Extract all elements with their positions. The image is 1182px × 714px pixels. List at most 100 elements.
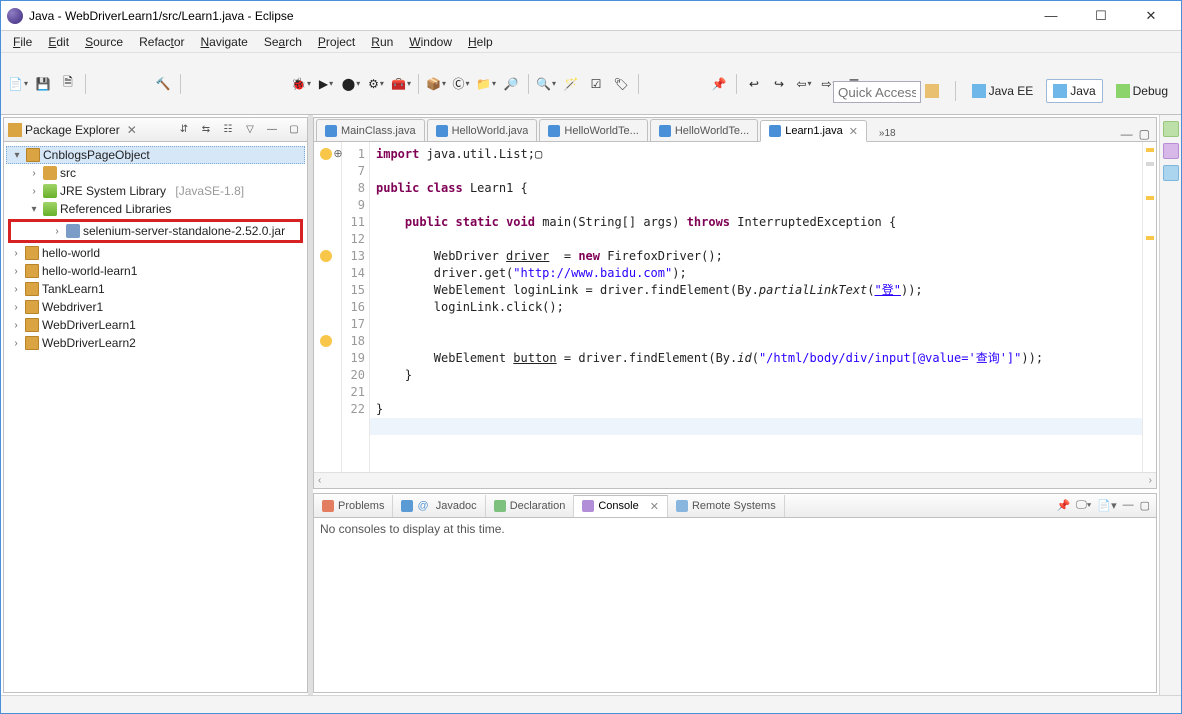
- src-node[interactable]: ›src: [6, 164, 305, 182]
- new-class-icon[interactable]: Ⓒ▾: [450, 73, 472, 95]
- perspective-java[interactable]: Java: [1046, 79, 1102, 103]
- warning-marker-icon[interactable]: [320, 250, 332, 262]
- perspective-javaee[interactable]: Java EE: [965, 79, 1041, 103]
- marker-ruler[interactable]: ⊕: [314, 142, 342, 472]
- menu-help[interactable]: Help: [462, 33, 499, 51]
- back-icon[interactable]: ↩: [743, 73, 765, 95]
- menu-refactor[interactable]: Refactor: [133, 33, 190, 51]
- collapse-all-icon[interactable]: ⇵: [175, 121, 193, 139]
- new-button[interactable]: 📄▾: [7, 73, 29, 95]
- overview-ruler[interactable]: [1142, 142, 1156, 472]
- perspective-debug[interactable]: Debug: [1109, 79, 1175, 103]
- warning-marker-icon[interactable]: [320, 335, 332, 347]
- editor-maximize-icon[interactable]: ▢: [1139, 127, 1150, 141]
- package-explorer-icon: [8, 123, 22, 137]
- minimize-view-icon[interactable]: —: [263, 121, 281, 139]
- maximize-view-icon[interactable]: ▢: [285, 121, 303, 139]
- tasklist-view-icon[interactable]: [1163, 143, 1179, 159]
- editor-tab-learn1[interactable]: Learn1.java✕: [760, 120, 867, 142]
- ext-tools-icon[interactable]: 🧰▾: [390, 73, 412, 95]
- run-icon[interactable]: ▶▾: [315, 73, 337, 95]
- build-button[interactable]: 🔨: [152, 73, 174, 95]
- view-menu-icon[interactable]: ▽: [241, 121, 259, 139]
- menu-project[interactable]: Project: [312, 33, 361, 51]
- menu-run[interactable]: Run: [365, 33, 399, 51]
- menu-edit[interactable]: Edit: [42, 33, 75, 51]
- editor-minimize-icon[interactable]: —: [1121, 127, 1133, 141]
- pin-console-icon[interactable]: 📌: [1056, 499, 1070, 512]
- editor-tab-mainclass[interactable]: MainClass.java: [316, 119, 425, 141]
- declaration-icon: [494, 500, 506, 512]
- tab-close-icon[interactable]: ✕: [849, 125, 858, 138]
- menu-window[interactable]: Window: [403, 33, 458, 51]
- ann-icon[interactable]: 🏷: [610, 73, 632, 95]
- view-close-icon[interactable]: ✕: [123, 123, 141, 137]
- line-numbers: 1789111213141516171819202122: [342, 142, 370, 472]
- project-node-cnblogspageobject[interactable]: ▾CnblogsPageObject: [6, 146, 305, 164]
- minimize-button[interactable]: —: [1031, 5, 1071, 27]
- menu-file[interactable]: File: [7, 33, 38, 51]
- main-area: Package Explorer✕ ⇵ ⇆ ☷ ▽ — ▢ ▾CnblogsPa…: [1, 115, 1181, 695]
- tab-remote-systems[interactable]: Remote Systems: [668, 495, 785, 517]
- fwd-icon[interactable]: ↪: [768, 73, 790, 95]
- filters-icon[interactable]: ☷: [219, 121, 237, 139]
- coverage-icon[interactable]: ⬤▾: [340, 73, 362, 95]
- menu-search[interactable]: Search: [258, 33, 308, 51]
- editor-tab-helloworldte2[interactable]: HelloWorldTe...: [650, 119, 758, 141]
- project-node-webdriver1[interactable]: ›Webdriver1: [6, 298, 305, 316]
- open-console-icon[interactable]: 📄▾: [1097, 499, 1116, 512]
- editor-tab-helloworld[interactable]: HelloWorld.java: [427, 119, 538, 141]
- toolbar: 📄▾ 💾 🗎 🔨 🐞▾ ▶▾ ⬤▾ ⚙▾ 🧰▾ 📦▾ Ⓒ▾ 📁▾ 🔎 🔍▾ 🪄 …: [1, 53, 1181, 115]
- more-tabs-indicator[interactable]: »18: [873, 126, 902, 141]
- maximize-button[interactable]: ☐: [1081, 5, 1121, 27]
- display-console-icon[interactable]: 🖵▾: [1076, 499, 1091, 512]
- tab-declaration[interactable]: Declaration: [486, 495, 575, 517]
- save-button[interactable]: 💾: [32, 73, 54, 95]
- selenium-jar-node[interactable]: ›selenium-server-standalone-2.52.0.jar: [11, 222, 300, 240]
- hierarchy-view-icon[interactable]: [1163, 165, 1179, 181]
- fold-toggle-icon[interactable]: ⊕: [332, 148, 344, 160]
- open-perspective-button[interactable]: [918, 79, 946, 103]
- outline-view-icon[interactable]: [1163, 121, 1179, 137]
- editor-body: ⊕ 1789111213141516171819202122 import ja…: [313, 141, 1157, 489]
- bottom-tabs: Problems @ Javadoc Declaration Console ✕…: [314, 494, 1156, 518]
- close-button[interactable]: ✕: [1131, 5, 1171, 27]
- new-pkg-icon[interactable]: 📦▾: [425, 73, 447, 95]
- menu-navigate[interactable]: Navigate: [194, 33, 253, 51]
- project-node-webdriverlearn1[interactable]: ›WebDriverLearn1: [6, 316, 305, 334]
- menu-source[interactable]: Source: [79, 33, 129, 51]
- search-icon[interactable]: 🔍▾: [535, 73, 557, 95]
- wand-icon[interactable]: 🪄: [560, 73, 582, 95]
- editor-horizontal-scrollbar[interactable]: ‹›: [314, 472, 1156, 488]
- bottom-panel: Problems @ Javadoc Declaration Console ✕…: [313, 493, 1157, 693]
- saveall-button[interactable]: 🗎: [57, 73, 79, 95]
- console-icon: [582, 500, 594, 512]
- task-icon[interactable]: ☑: [585, 73, 607, 95]
- editor-tab-helloworldte1[interactable]: HelloWorldTe...: [539, 119, 647, 141]
- pin-icon[interactable]: 📌: [708, 73, 730, 95]
- package-explorer-tree[interactable]: ▾CnblogsPageObject ›src ›JRE System Libr…: [4, 142, 307, 692]
- project-node-webdriverlearn2[interactable]: ›WebDriverLearn2: [6, 334, 305, 352]
- nav-back-icon[interactable]: ⇦▾: [793, 73, 815, 95]
- jre-library-node[interactable]: ›JRE System Library [JavaSE-1.8]: [6, 182, 305, 200]
- open-type-icon[interactable]: 🔎: [500, 73, 522, 95]
- new-folder-icon[interactable]: 📁▾: [475, 73, 497, 95]
- window-title: Java - WebDriverLearn1/src/Learn1.java -…: [29, 9, 1031, 23]
- console-minimize-icon[interactable]: —: [1123, 499, 1134, 512]
- tab-close-icon[interactable]: ✕: [650, 500, 659, 513]
- link-editor-icon[interactable]: ⇆: [197, 121, 215, 139]
- console-maximize-icon[interactable]: ▢: [1140, 499, 1150, 512]
- project-node-tanklearn1[interactable]: ›TankLearn1: [6, 280, 305, 298]
- warning-marker-icon[interactable]: [320, 148, 332, 160]
- tab-javadoc[interactable]: @ Javadoc: [393, 495, 485, 517]
- referenced-libraries-node[interactable]: ▾Referenced Libraries: [6, 200, 305, 218]
- remote-icon: [676, 500, 688, 512]
- tab-problems[interactable]: Problems: [314, 495, 393, 517]
- debug-icon[interactable]: 🐞▾: [290, 73, 312, 95]
- project-node-hello-world-learn1[interactable]: ›hello-world-learn1: [6, 262, 305, 280]
- quick-access-input[interactable]: [833, 81, 921, 103]
- runlast-icon[interactable]: ⚙▾: [365, 73, 387, 95]
- tab-console[interactable]: Console ✕: [574, 495, 668, 517]
- code-editor[interactable]: import java.util.List;▢ public class Lea…: [370, 142, 1142, 472]
- project-node-hello-world[interactable]: ›hello-world: [6, 244, 305, 262]
